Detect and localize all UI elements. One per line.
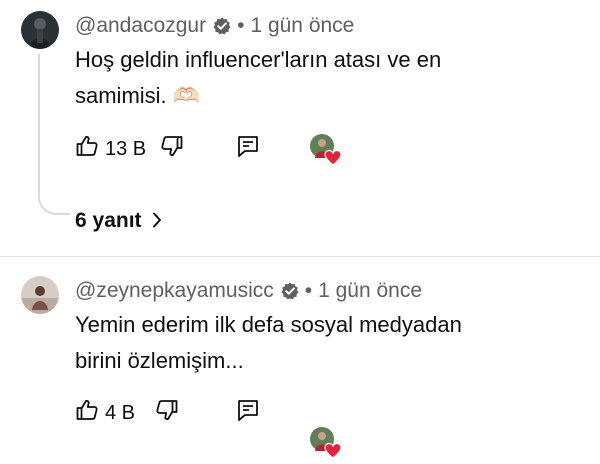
action-bar: 13 B [75,134,184,164]
comment-text: Hoş geldin influencer'ların atası ve en … [75,42,441,114]
verified-badge-icon [281,282,299,300]
creator-heart-icon [310,427,342,459]
like-count: 13 B [105,137,147,160]
action-bar: 4 B [75,398,179,428]
replies-toggle[interactable]: 6 yanıt [75,208,162,234]
verified-badge-icon [213,17,231,35]
like-count: 4 B [105,401,136,424]
separator: • [237,14,245,37]
author-handle[interactable]: @zeynepkayamusicc [75,279,274,303]
comment-text-line: samimisi. 🫶🏻 [75,83,201,108]
reply-comment-icon[interactable] [237,399,259,426]
reply-comment-icon[interactable] [237,135,259,162]
thumbs-down-icon[interactable] [155,398,179,428]
avatar[interactable] [21,276,59,314]
separator: • [304,279,313,302]
timestamp[interactable]: 1 gün önce [318,279,422,303]
comment-1: @andacozgur • 1 gün önce Hoş geldin infl… [0,0,600,232]
comment-text: Yemin ederim ilk defa sosyal medyadan bi… [75,307,462,379]
comment-header: @andacozgur • 1 gün önce [75,14,354,38]
thumbs-up-icon[interactable] [75,398,99,428]
avatar[interactable] [21,11,59,49]
thread-line [38,54,70,215]
author-handle[interactable]: @andacozgur [75,14,206,38]
comment-header: @zeynepkayamusicc • 1 gün önce [75,279,422,303]
replies-label: 6 yanıt [75,209,142,232]
timestamp[interactable]: 1 gün önce [250,14,354,38]
thumbs-up-icon[interactable] [75,134,99,164]
thumbs-down-icon[interactable] [160,134,184,164]
creator-heart-icon [310,134,342,166]
divider [0,256,600,257]
comment-text-line: Yemin ederim ilk defa sosyal medyadan [75,312,462,337]
comment-text-line: birini özlemişim... [75,348,244,373]
chevron-right-icon [152,210,162,234]
comment-text-line: Hoş geldin influencer'ların atası ve en [75,47,442,72]
